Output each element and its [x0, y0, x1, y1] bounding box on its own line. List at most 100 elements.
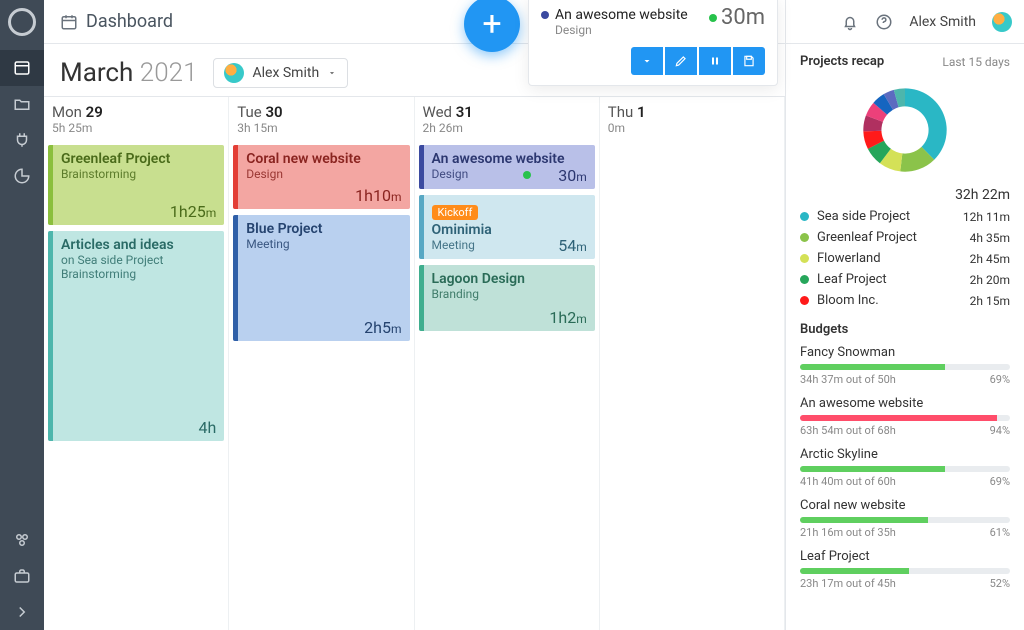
budgets-section: Budgets Fancy Snowman 34h 37m out of 50h 6…	[800, 322, 1010, 590]
day-col-mon: Mon 29 5h 25m Greenleaf ProjectBrainstor…	[44, 97, 229, 630]
nav-projects-icon[interactable]	[0, 86, 44, 122]
avatar	[224, 63, 244, 83]
entry-duration: 54m	[558, 236, 587, 255]
day-header: Thu 1 0m	[600, 97, 784, 141]
budget-item[interactable]: Fancy Snowman 34h 37m out of 50h 69%	[800, 345, 1010, 386]
time-entry[interactable]: Lagoon DesignBranding1h2m	[419, 265, 595, 331]
month-label: March 2021	[60, 58, 197, 88]
user-filter-chip[interactable]: Alex Smith	[213, 58, 348, 88]
time-entry[interactable]: Blue ProjectMeeting 2h5m	[233, 215, 409, 341]
time-entry[interactable]: An awesome websiteDesign30m	[419, 145, 595, 189]
budget-progress: 34h 37m out of 50h	[800, 373, 896, 386]
legend-value: 12h 11m	[963, 210, 1010, 224]
entry-name: Lagoon Design	[432, 271, 587, 287]
time-entry[interactable]: KickoffOminimiaMeeting54m	[419, 195, 595, 259]
current-user-name[interactable]: Alex Smith	[909, 14, 976, 30]
time-entry[interactable]: Articles and ideason Sea side ProjectBra…	[48, 231, 224, 441]
budget-bar	[800, 517, 1010, 523]
budget-progress: 21h 16m out of 35h	[800, 526, 896, 539]
budget-item[interactable]: Coral new website21h 16m out of 35h61%	[800, 498, 1010, 539]
day-col-tue: Tue 30 3h 15m Coral new websiteDesign 1h1…	[229, 97, 414, 630]
budget-pct: 94%	[990, 424, 1010, 437]
entry-sub: Brainstorming	[61, 167, 216, 181]
legend-name: Greenleaf Project	[817, 230, 917, 245]
app-logo[interactable]	[8, 8, 36, 36]
budget-progress: 63h 54m out of 68h	[800, 424, 896, 437]
legend-item[interactable]: Bloom Inc.2h 15m	[800, 293, 1010, 308]
main: Dashboard + An awesome website Design 30…	[44, 0, 786, 630]
legend-item[interactable]: Sea side Project 12h 11m	[800, 209, 1010, 224]
nav-reports-icon[interactable]	[0, 158, 44, 194]
budget-bar	[800, 364, 1010, 370]
nav-dashboard-icon[interactable]	[0, 50, 44, 86]
avatar[interactable]	[992, 12, 1012, 32]
legend-item[interactable]: Greenleaf Project 4h 35m	[800, 230, 1010, 245]
entry-sub: Brainstorming	[61, 267, 216, 281]
day-header: Wed 31 2h 26m	[415, 97, 599, 141]
entry-name: Articles and ideas	[61, 237, 216, 253]
active-timer-card: An awesome website Design 30m	[528, 0, 778, 86]
legend-name: Leaf Project	[817, 272, 887, 287]
budget-item[interactable]: An awesome website 63h 54m out of 68h 94%	[800, 396, 1010, 437]
legend-name: Bloom Inc.	[817, 293, 879, 308]
legend-name: Sea side Project	[817, 209, 910, 224]
legend-color-dot	[800, 296, 809, 305]
entry-tag: Kickoff	[432, 205, 479, 220]
recap-range-selector[interactable]: Last 15 days	[942, 55, 1010, 69]
help-icon[interactable]	[875, 13, 893, 31]
budget-name: An awesome website	[800, 396, 1010, 411]
budget-pct: 69%	[990, 373, 1010, 386]
entry-name: An awesome website	[432, 151, 587, 167]
budgets-title: Budgets	[800, 322, 1010, 337]
recap-header: Projects recap Last 15 days	[800, 54, 1010, 69]
bell-icon[interactable]	[841, 13, 859, 31]
nav-expand-icon[interactable]	[0, 594, 44, 630]
legend-value: 4h 35m	[970, 231, 1010, 245]
legend-item[interactable]: Leaf Project2h 20m	[800, 272, 1010, 287]
budget-progress: 23h 17m out of 45h	[800, 577, 896, 590]
budget-bar	[800, 568, 1010, 574]
day-col-wed: Wed 31 2h 26m An awesome websiteDesign30…	[415, 97, 600, 630]
nav-briefcase-icon[interactable]	[0, 558, 44, 594]
legend-name: Flowerland	[817, 251, 881, 266]
timer-edit-button[interactable]	[665, 47, 697, 75]
entry-name: Coral new website	[246, 151, 401, 167]
budget-name: Leaf Project	[800, 549, 1010, 564]
sidebar	[0, 0, 44, 630]
entry-duration: 1h2m	[549, 308, 586, 327]
legend-value: 2h 45m	[970, 252, 1010, 266]
budget-item[interactable]: Leaf Project23h 17m out of 45h52%	[800, 549, 1010, 590]
chevron-down-icon	[327, 68, 337, 78]
calendar-icon	[60, 13, 78, 31]
calendar-grid: Mon 29 5h 25m Greenleaf ProjectBrainstor…	[44, 96, 785, 630]
timer-save-button[interactable]	[733, 47, 765, 75]
legend-color-dot	[800, 254, 809, 263]
budget-pct: 69%	[990, 475, 1010, 488]
timer-more-button[interactable]	[631, 47, 663, 75]
entry-name: Blue Project	[246, 221, 401, 237]
entry-duration: 1h25m	[170, 202, 216, 221]
entry-sub: Design	[246, 167, 401, 181]
day-col-thu: Thu 1 0m	[600, 97, 785, 630]
budget-progress: 41h 40m out of 60h	[800, 475, 896, 488]
entry-duration: 1h10m	[355, 186, 401, 205]
time-entry[interactable]: Greenleaf ProjectBrainstorming1h25m	[48, 145, 224, 225]
entry-duration: 2h5m	[364, 318, 401, 337]
budget-name: Arctic Skyline	[800, 447, 1010, 462]
project-color-dot	[541, 11, 549, 19]
day-header: Tue 30 3h 15m	[229, 97, 413, 141]
entry-duration: 30m	[558, 166, 587, 185]
budget-bar	[800, 466, 1010, 472]
time-entry[interactable]: Coral new websiteDesign 1h10m	[233, 145, 409, 209]
legend-item[interactable]: Flowerland 2h 45m	[800, 251, 1010, 266]
nav-team-icon[interactable]	[0, 522, 44, 558]
entry-sub: on Sea side Project	[61, 253, 216, 267]
right-panel: Alex Smith Projects recap Last 15 days 3…	[786, 0, 1024, 630]
entry-sub: Meeting	[246, 237, 401, 251]
budget-name: Fancy Snowman	[800, 345, 1010, 360]
timer-pause-button[interactable]	[699, 47, 731, 75]
live-indicator	[709, 14, 717, 22]
recap-total: 32h 22m	[800, 187, 1010, 203]
nav-plug-icon[interactable]	[0, 122, 44, 158]
budget-item[interactable]: Arctic Skyline 41h 40m out of 60h 69%	[800, 447, 1010, 488]
